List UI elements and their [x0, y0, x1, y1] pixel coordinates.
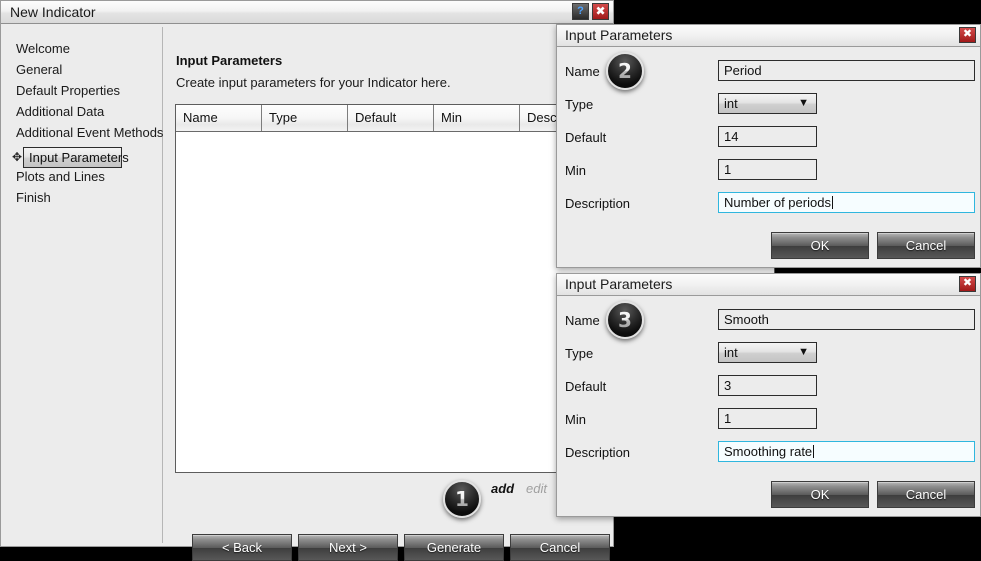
default-label: Default — [565, 379, 607, 394]
type-label: Type — [565, 97, 594, 112]
step-badge-1-number: 1 — [445, 482, 479, 516]
help-button[interactable]: ? — [572, 3, 589, 20]
new-indicator-window: New Indicator ? ✖ Welcome General Defaul… — [0, 0, 775, 561]
sidebar-item-general[interactable]: General — [16, 62, 62, 77]
page-subtitle: Create input parameters for your Indicat… — [176, 75, 451, 90]
type-select[interactable]: int ▼ — [718, 342, 817, 363]
default-input[interactable]: 3 — [718, 375, 817, 396]
sidebar-item-label: Input Parameters — [29, 150, 129, 165]
desktop-background: New Indicator ? ✖ Welcome General Defaul… — [0, 0, 981, 561]
edit-parameter-link[interactable]: edit — [526, 481, 547, 496]
name-label: Name — [565, 64, 600, 79]
step-badge-2: 2 — [606, 52, 644, 90]
description-label: Description — [565, 445, 631, 460]
dialog-close-button[interactable]: ✖ — [959, 27, 976, 43]
sidebar-item-label: Finish — [16, 190, 51, 205]
name-label: Name — [565, 313, 600, 328]
dialog-ok-button[interactable]: OK — [771, 232, 869, 259]
window-title: New Indicator — [10, 4, 96, 20]
type-label: Type — [565, 346, 594, 361]
text-caret — [813, 445, 815, 458]
name-input[interactable]: Smooth — [718, 309, 975, 330]
text-caret — [831, 196, 833, 209]
dialog-cancel-button[interactable]: Cancel — [877, 232, 975, 259]
sidebar-item-label: Plots and Lines — [16, 169, 105, 184]
sidebar-item-additional-event-methods[interactable]: Additional Event Methods — [16, 125, 163, 140]
close-icon: ✖ — [962, 277, 973, 289]
dialog-ok-button[interactable]: OK — [771, 481, 869, 508]
wizard-main-pane: Input Parameters Create input parameters… — [164, 25, 775, 561]
column-header-min[interactable]: Min — [434, 105, 520, 131]
sidebar-item-default-properties[interactable]: Default Properties — [16, 83, 120, 98]
chevron-down-icon: ▼ — [798, 97, 809, 109]
step-badge-3-number: 3 — [608, 303, 642, 337]
description-label: Description — [565, 196, 631, 211]
sidebar-item-label: General — [16, 62, 63, 77]
next-button[interactable]: Next > — [298, 534, 398, 561]
dialog-titlebar: Input Parameters ✖ — [557, 274, 980, 296]
sidebar-item-plots-and-lines[interactable]: Plots and Lines — [16, 169, 105, 184]
description-input[interactable]: Smoothing rate — [718, 441, 975, 462]
generate-button[interactable]: Generate — [404, 534, 504, 561]
name-input[interactable]: Period — [718, 60, 975, 81]
min-label: Min — [565, 412, 586, 427]
sidebar-item-label: Default Properties — [16, 83, 121, 98]
min-input[interactable]: 1 — [718, 408, 817, 429]
sidebar-item-label: Additional Event Methods — [16, 125, 164, 140]
back-button[interactable]: < Back — [192, 534, 292, 561]
dialog-title: Input Parameters — [565, 27, 673, 43]
window-titlebar: New Indicator ? ✖ — [1, 1, 613, 24]
window-close-button[interactable]: ✖ — [592, 3, 609, 20]
min-input-value: 1 — [724, 162, 732, 177]
question-mark-icon: ? — [577, 5, 584, 17]
sidebar-item-additional-data[interactable]: Additional Data — [16, 104, 104, 119]
column-header-default[interactable]: Default — [348, 105, 434, 131]
page-title: Input Parameters — [176, 53, 283, 68]
step-badge-3: 3 — [606, 301, 644, 339]
description-input-value: Smoothing rate — [724, 444, 813, 459]
type-select[interactable]: int ▼ — [718, 93, 817, 114]
cancel-button[interactable]: Cancel — [510, 534, 610, 561]
sidebar-item-input-parameters[interactable]: ✥ Input Parameters — [12, 147, 129, 168]
dialog-cancel-button[interactable]: Cancel — [877, 481, 975, 508]
dialog-close-button[interactable]: ✖ — [959, 276, 976, 292]
description-input-value: Number of periods — [724, 195, 831, 210]
close-icon: ✖ — [595, 4, 606, 18]
step-badge-2-number: 2 — [608, 54, 642, 88]
min-input[interactable]: 1 — [718, 159, 817, 180]
move-arrows-icon: ✥ — [12, 150, 23, 164]
description-input[interactable]: Number of periods — [718, 192, 975, 213]
add-parameter-link[interactable]: add — [491, 481, 514, 496]
default-input-value: 3 — [724, 378, 732, 393]
min-input-value: 1 — [724, 411, 732, 426]
type-select-value: int — [724, 96, 738, 111]
sidebar-item-welcome[interactable]: Welcome — [16, 41, 70, 56]
min-label: Min — [565, 163, 586, 178]
close-icon: ✖ — [962, 28, 973, 40]
sidebar-item-finish[interactable]: Finish — [16, 190, 51, 205]
input-parameters-dialog-period: Input Parameters ✖ 2 Name Period Type in… — [556, 24, 981, 268]
window-body: Welcome General Default Properties Addit… — [2, 25, 775, 561]
type-select-value: int — [724, 345, 738, 360]
dialog-titlebar: Input Parameters ✖ — [557, 25, 980, 47]
sidebar-item-label: Additional Data — [16, 104, 105, 119]
default-label: Default — [565, 130, 607, 145]
default-input-value: 14 — [724, 129, 739, 144]
column-header-name[interactable]: Name — [176, 105, 262, 131]
input-parameters-dialog-smooth: Input Parameters ✖ 3 Name Smooth Type in… — [556, 273, 981, 517]
name-input-value: Smooth — [724, 312, 769, 327]
chevron-down-icon: ▼ — [798, 346, 809, 358]
sidebar-item-label: Welcome — [16, 41, 70, 56]
wizard-step-sidebar: Welcome General Default Properties Addit… — [4, 27, 163, 543]
dialog-title: Input Parameters — [565, 276, 673, 292]
default-input[interactable]: 14 — [718, 126, 817, 147]
step-badge-1: 1 — [443, 480, 481, 518]
column-header-type[interactable]: Type — [262, 105, 348, 131]
name-input-value: Period — [724, 63, 762, 78]
